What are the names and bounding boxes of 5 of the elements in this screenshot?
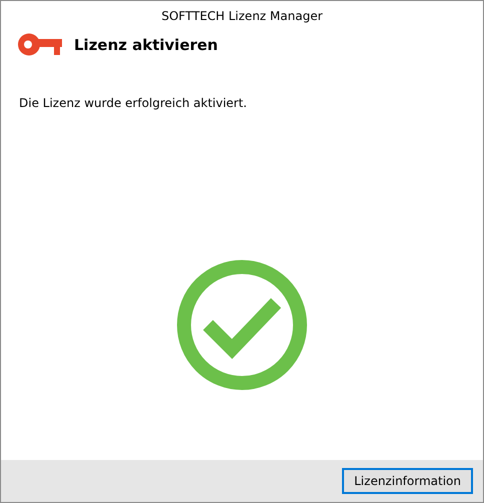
- status-message: Die Lizenz wurde erfolgreich aktiviert.: [19, 96, 248, 110]
- license-info-button[interactable]: Lizenzinformation: [342, 468, 473, 494]
- window-title: SOFTTECH Lizenz Manager: [161, 9, 323, 23]
- key-icon: [18, 33, 62, 56]
- page-heading: Lizenz aktivieren: [74, 36, 218, 54]
